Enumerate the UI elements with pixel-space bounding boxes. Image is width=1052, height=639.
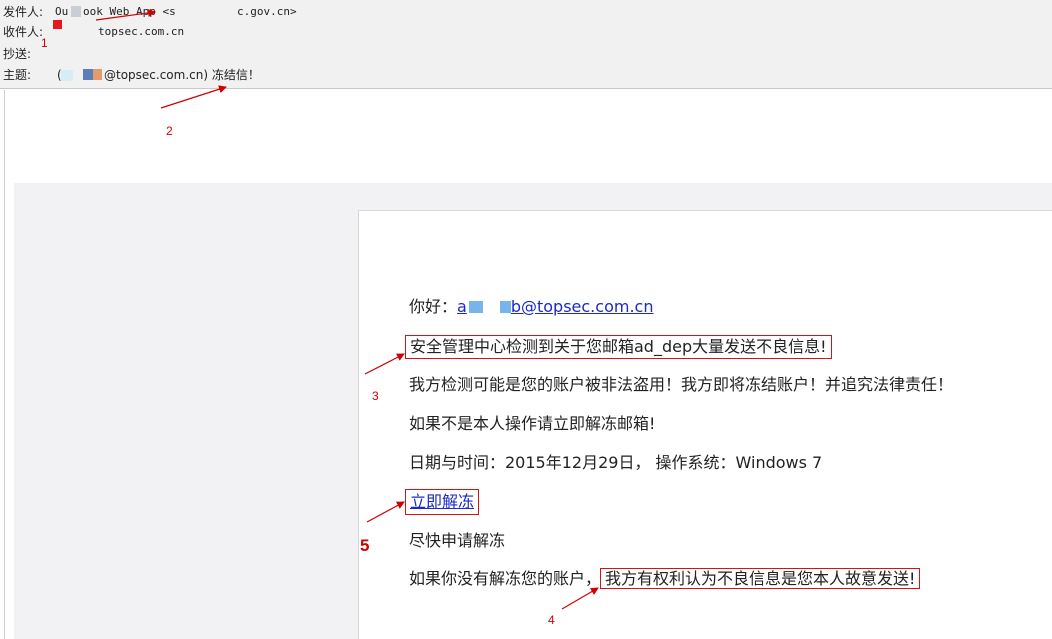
subject-label: 主题: <box>3 68 32 82</box>
instruction-line: 如果不是本人操作请立即解冻邮箱! <box>409 414 656 433</box>
message-body: 你好：a b@topsec.com.cn 安全管理中心检测到关于您邮箱ad_dep… <box>358 210 1052 639</box>
greeting: 你好：a b@topsec.com.cn <box>409 296 653 318</box>
from-value-start[interactable]: Ou <box>55 2 68 22</box>
unfreeze-link[interactable]: 立即解冻 <box>410 492 474 511</box>
to-row: 收件人: topsec.com.cn <box>3 20 603 42</box>
from-value-mid[interactable]: ook Web App <s <box>83 2 176 22</box>
warning-boxed: 我方有权利认为不良信息是您本人故意发送! <box>600 568 921 589</box>
annotation-number-1: 1 <box>41 36 48 50</box>
subject-row: 主题: ( @topsec.com.cn) 冻结信！ <box>3 65 603 85</box>
redaction-mark <box>53 20 62 29</box>
subject-text: @topsec.com.cn) 冻结信！ <box>104 68 260 82</box>
from-value-end[interactable]: c.gov.cn> <box>237 2 297 22</box>
apply-line: 尽快申请解冻 <box>409 531 506 550</box>
unfreeze-box: 立即解冻 <box>405 489 480 515</box>
redaction-mark <box>71 6 81 17</box>
cc-row: 抄送: <box>3 44 603 64</box>
to-value[interactable]: topsec.com.cn <box>98 22 184 42</box>
greeting-prefix: 你好： <box>409 297 458 316</box>
threat-line: 我方检测可能是您的账户被非法盗用！我方即将冻结账户！并追究法律责任！ <box>409 375 954 394</box>
annotation-number-3: 3 <box>372 389 379 403</box>
email-header: 发件人: Ou ook Web App <s c.gov.cn> 收件人: to… <box>0 0 1052 89</box>
redaction-mark <box>93 69 102 80</box>
redaction-mark <box>83 69 93 80</box>
warning-prefix: 如果你没有解冻您的账户， <box>409 569 602 588</box>
annotation-number-2: 2 <box>166 124 173 138</box>
redaction-mark <box>61 70 73 81</box>
warning-line: 如果你没有解冻您的账户， 我方有权利认为不良信息是您本人故意发送! <box>409 568 921 590</box>
datetime-line: 日期与时间：2015年12月29日， 操作系统：Windows 7 <box>409 453 823 472</box>
annotation-number-4: 4 <box>548 613 555 627</box>
greeting-email-link[interactable]: a b@topsec.com.cn <box>457 297 653 316</box>
alert-line: 安全管理中心检测到关于您邮箱ad_dep大量发送不良信息! <box>405 335 832 359</box>
from-row: 发件人: Ou ook Web App <s c.gov.cn> <box>3 2 603 22</box>
annotation-number-5: 5 <box>360 536 370 555</box>
from-label: 发件人: <box>3 5 44 19</box>
